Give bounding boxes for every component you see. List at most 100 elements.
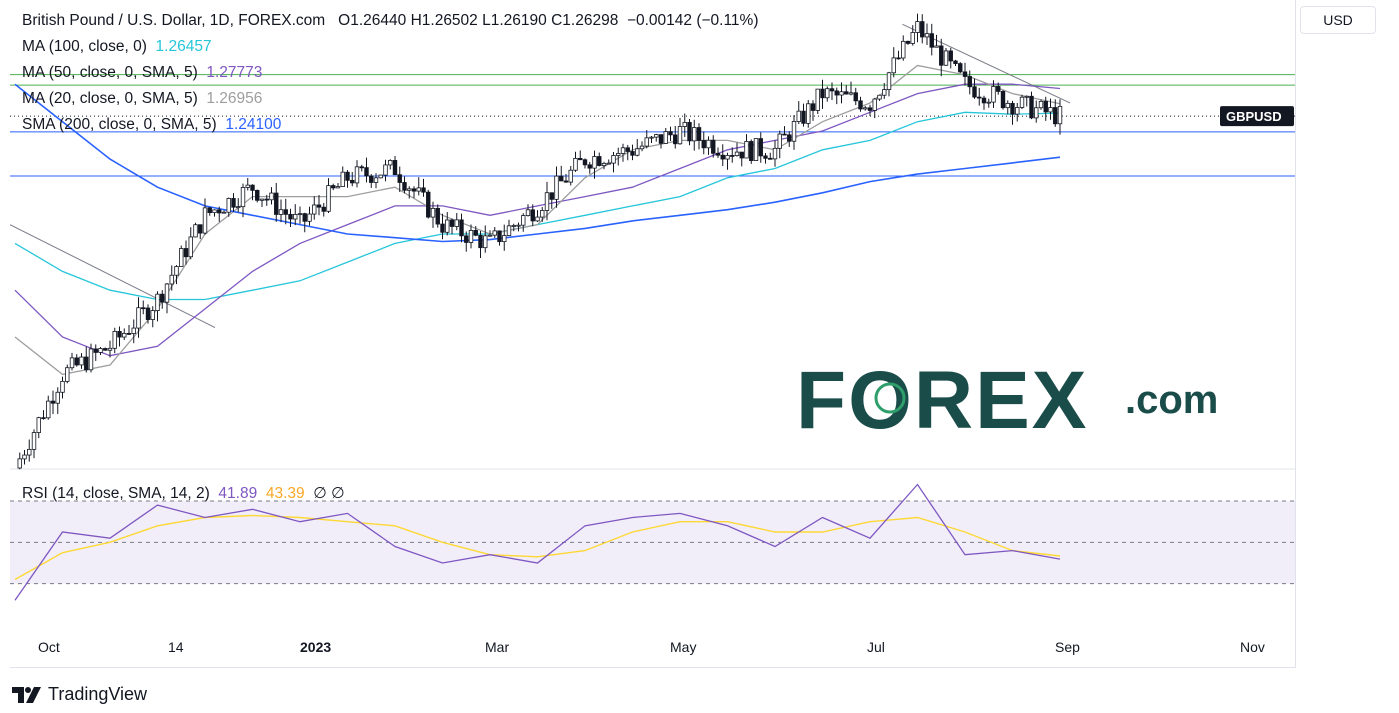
candle-body: [858, 100, 863, 110]
candle-body: [17, 458, 22, 469]
candle-body: [369, 175, 374, 183]
candle-body: [934, 45, 939, 48]
candle-body: [312, 204, 317, 215]
candle-body: [744, 141, 749, 159]
candle-body: [601, 162, 607, 166]
indicator-row-ma20[interactable]: MA (20, close, 0, SMA, 5) 1.26956: [22, 86, 759, 112]
candle-body: [46, 400, 51, 419]
ohlc-open-value: 1.26440: [350, 12, 407, 29]
candle-body: [839, 91, 844, 96]
candle-body: [725, 155, 730, 160]
forex-logo-brand: FOREX: [796, 355, 1088, 446]
candle-body: [1043, 100, 1048, 113]
rsi-value: 41.89: [218, 485, 258, 502]
candle-body: [487, 234, 493, 237]
candle-body: [430, 207, 436, 218]
candle-body: [1010, 102, 1015, 115]
candle-body: [549, 192, 554, 200]
candle-body: [1048, 107, 1053, 113]
candle-body: [929, 33, 934, 48]
candle-body: [763, 155, 768, 159]
ohlc-close-key: C: [551, 12, 563, 29]
ohlc-low-key: L: [482, 12, 491, 29]
ohlc-high-value: 1.26502: [421, 12, 478, 29]
candle-body: [193, 224, 198, 238]
candle-body: [416, 187, 421, 192]
candle-body: [825, 88, 830, 99]
candle-body: [896, 57, 901, 60]
candle-body: [706, 139, 711, 149]
tradingview-footer[interactable]: TradingView: [12, 684, 147, 705]
candle-body: [972, 86, 977, 98]
price-axis-separator: [1295, 0, 1296, 668]
indicator-row-ma50[interactable]: MA (50, close, 0, SMA, 5) 1.27773: [22, 60, 759, 86]
candle-body: [226, 198, 231, 213]
candle-body: [202, 207, 208, 234]
candle-body: [1029, 95, 1034, 119]
chart-legend: British Pound / U.S. Dollar, 1D, FOREX.c…: [22, 8, 759, 138]
indicator-value: 1.24100: [225, 116, 282, 133]
candle-body: [112, 331, 117, 349]
candle-body: [302, 213, 307, 222]
candle-body: [981, 97, 987, 104]
candle-body: [582, 159, 588, 166]
indicator-row-sma200[interactable]: SMA (200, close, 0, SMA, 5) 1.24100: [22, 112, 759, 138]
candle-body: [55, 391, 60, 404]
candle-body: [559, 175, 564, 182]
candle-body: [364, 167, 369, 177]
currency-button[interactable]: USD: [1300, 6, 1376, 34]
candle-body: [891, 57, 896, 74]
candle-body: [820, 88, 825, 99]
candle-body: [711, 139, 716, 154]
candle-body: [829, 88, 835, 92]
time-axis-label: May: [670, 639, 696, 655]
indicator-label: SMA (200, close, 0, SMA, 5): [22, 116, 217, 133]
candle-body: [905, 40, 911, 44]
candle-body: [407, 188, 412, 191]
candle-body: [31, 432, 37, 450]
candle-body: [991, 86, 996, 103]
candle-body: [606, 162, 611, 165]
candle-body: [468, 230, 474, 243]
candle-body: [388, 160, 393, 166]
rsi-legend[interactable]: RSI (14, close, SMA, 14, 2) 41.89 43.39 …: [22, 484, 345, 503]
candle-body: [753, 138, 759, 161]
ohlc-close-value: 1.26298: [562, 12, 619, 29]
candle-body: [22, 454, 27, 460]
candle-body: [293, 214, 298, 220]
candle-body: [150, 310, 155, 320]
candle-body: [924, 33, 930, 38]
candle-body: [521, 215, 526, 226]
candle-body: [345, 171, 350, 181]
candle-body: [136, 307, 141, 329]
candle-body: [749, 141, 754, 161]
candle-body: [1000, 91, 1006, 109]
candle-body: [483, 235, 488, 249]
candle-body: [777, 133, 782, 149]
candle-body: [60, 380, 65, 393]
candle-body: [782, 133, 787, 136]
candle-body: [473, 230, 478, 236]
candle-body: [806, 103, 811, 124]
candle-body: [478, 234, 483, 249]
candle-body: [207, 207, 212, 214]
candle-body: [901, 40, 906, 59]
candle-body: [221, 211, 227, 214]
candle-body: [772, 147, 778, 160]
indicator-row-ma100[interactable]: MA (100, close, 0) 1.26457: [22, 34, 759, 60]
candle-body: [392, 160, 398, 176]
candle-body: [217, 209, 222, 214]
forex-logo: FOREX .com: [796, 355, 1218, 446]
candle-body: [236, 206, 241, 209]
candle-body: [867, 107, 873, 111]
candle-body: [882, 89, 887, 96]
candle-body: [568, 169, 573, 183]
candle-body: [1024, 95, 1029, 98]
candle-body: [530, 209, 535, 222]
candle-body: [587, 164, 592, 169]
candle-body: [516, 224, 521, 227]
candle-body: [383, 164, 388, 176]
candle-body: [1038, 100, 1044, 109]
candle-body: [326, 185, 331, 212]
candle-body: [597, 156, 602, 166]
